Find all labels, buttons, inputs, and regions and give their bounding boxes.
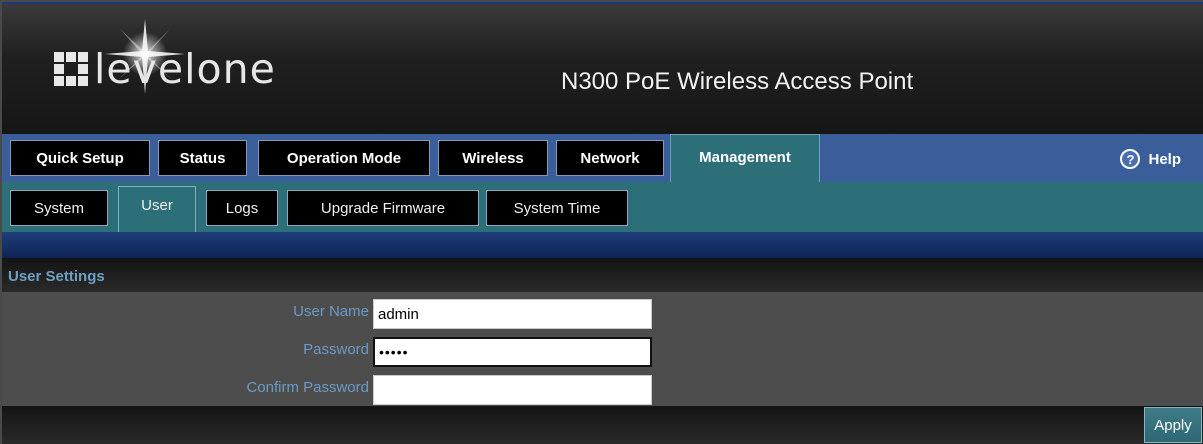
username-row: User Name admin xyxy=(2,296,1203,329)
tab-wireless[interactable]: Wireless xyxy=(438,140,548,176)
subtab-system[interactable]: System xyxy=(10,190,108,226)
confirm-password-row: Confirm Password xyxy=(2,372,1203,405)
subtab-system-time[interactable]: System Time xyxy=(486,190,628,226)
section-header: User Settings xyxy=(2,258,1203,292)
logo-mark-icon xyxy=(54,52,90,86)
help-label: Help xyxy=(1148,150,1181,168)
tab-operation-mode[interactable]: Operation Mode xyxy=(258,140,430,176)
password-label: Password xyxy=(303,341,369,358)
password-field[interactable]: ••••• xyxy=(373,337,652,367)
subtab-logs[interactable]: Logs xyxy=(206,190,278,226)
password-value: ••••• xyxy=(379,344,409,360)
tab-quick-setup[interactable]: Quick Setup xyxy=(10,140,150,176)
username-label: User Name xyxy=(293,303,369,320)
question-circle-icon: ? xyxy=(1120,149,1141,169)
subtab-user[interactable]: User xyxy=(118,186,196,232)
tab-management[interactable]: Management xyxy=(670,134,820,182)
header: levelone N300 PoE Wireless Access Point xyxy=(2,2,1203,135)
top-nav: Quick Setup Status Operation Mode Wirele… xyxy=(2,134,1203,182)
confirm-password-field[interactable] xyxy=(373,375,652,405)
tab-status[interactable]: Status xyxy=(158,140,247,176)
apply-button[interactable]: Apply xyxy=(1144,407,1202,443)
product-title: N300 PoE Wireless Access Point xyxy=(561,68,914,95)
section-title: User Settings xyxy=(8,268,105,285)
sub-nav: System User Logs Upgrade Firmware System… xyxy=(2,182,1203,232)
subtab-upgrade-firmware[interactable]: Upgrade Firmware xyxy=(287,190,479,226)
user-settings-form: User Name admin Password ••••• Confirm P… xyxy=(2,292,1203,406)
username-field[interactable]: admin xyxy=(373,299,652,329)
help-link[interactable]: ? Help xyxy=(1120,149,1181,169)
username-value: admin xyxy=(378,305,419,323)
logo-text: levelone xyxy=(94,45,276,93)
levelone-logo: levelone xyxy=(54,44,276,94)
tab-network[interactable]: Network xyxy=(556,140,664,176)
confirm-password-label: Confirm Password xyxy=(246,379,369,396)
divider-bar xyxy=(2,232,1203,258)
footer-bar: Apply xyxy=(2,406,1203,444)
page-frame: levelone N300 PoE Wireless Access Point … xyxy=(0,0,1203,444)
password-row: Password ••••• xyxy=(2,334,1203,367)
